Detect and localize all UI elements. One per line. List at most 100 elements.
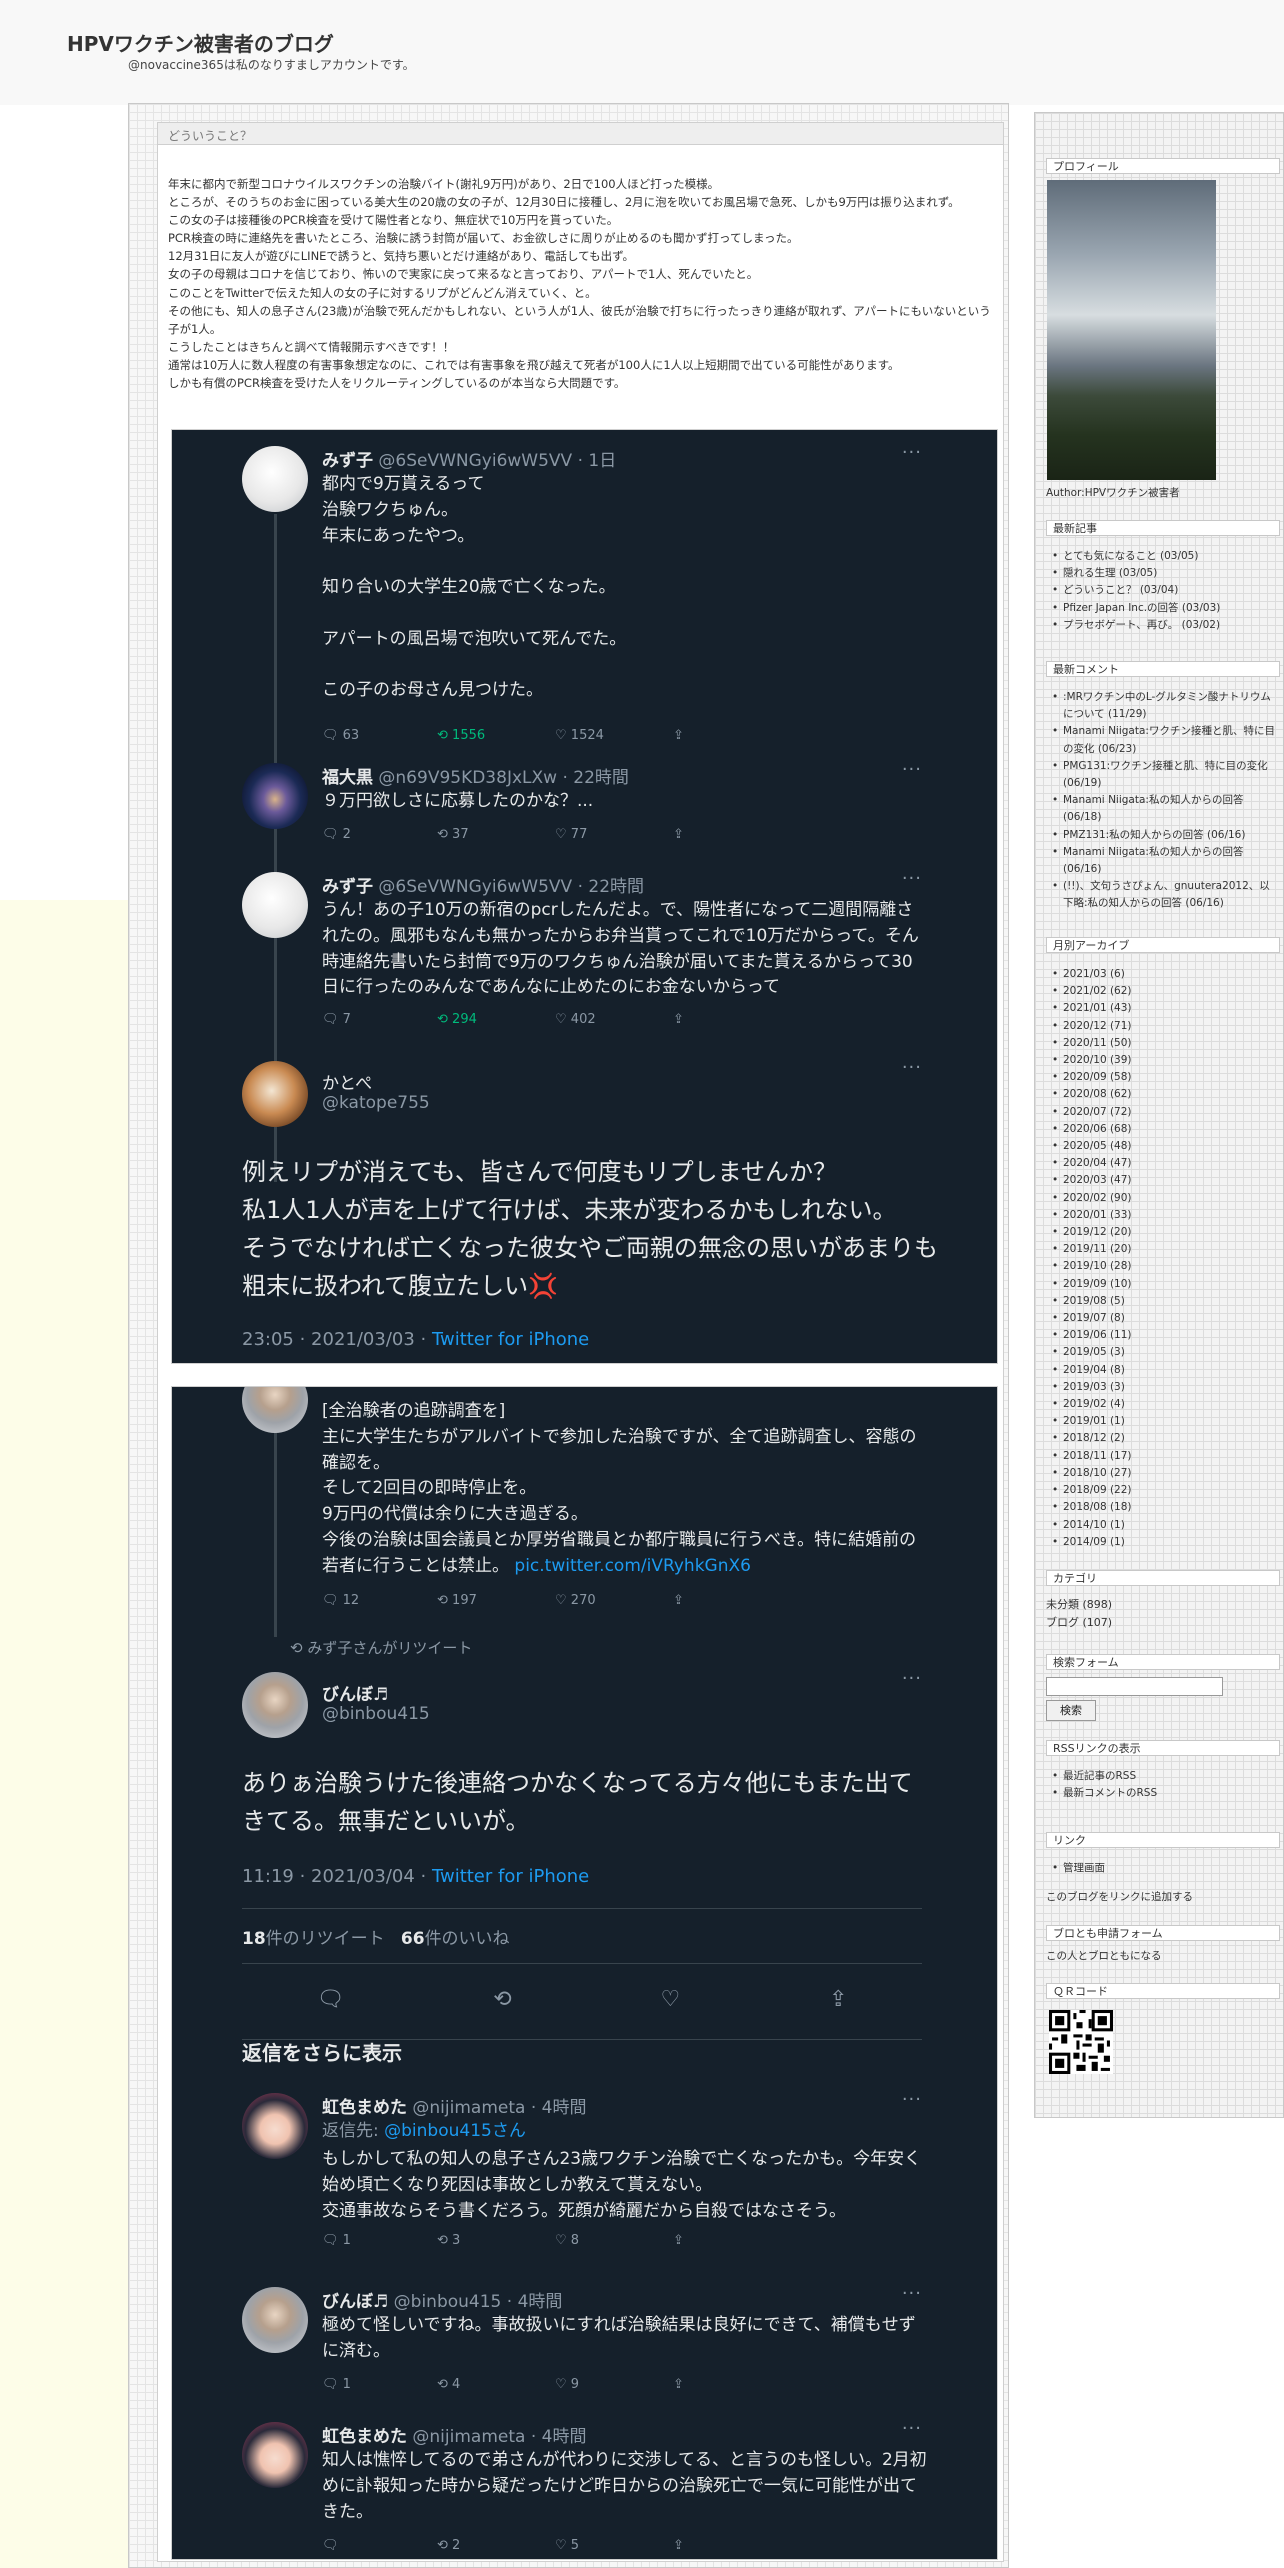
like-count[interactable]: 66 [401,1929,425,1949]
friend-request-link[interactable]: この人とブロともになる [1046,1948,1162,1963]
reply-button[interactable]: 🗨 1 [322,2377,437,2392]
archive-month-link[interactable]: 2021/02 (62) [1046,983,1276,1000]
recent-comment-link[interactable]: PMZ131:私の知人からの回答 (06/16) [1046,827,1276,844]
archive-month-link[interactable]: 2014/09 (1) [1046,1534,1276,1551]
share-icon[interactable]: ⇪ [673,728,684,743]
archive-month-link[interactable]: 2019/08 (5) [1046,1293,1276,1310]
recent-comment-link[interactable]: PMG131:ワクチン接種と肌、特に目の変化 (06/19) [1046,758,1276,792]
user-name[interactable]: びんぼ♬ [322,1680,388,1705]
archive-month-link[interactable]: 2020/10 (39) [1046,1052,1276,1069]
retweet-button[interactable]: ⟲ 37 [437,827,555,842]
more-icon[interactable]: ··· [902,759,922,780]
recent-post-link[interactable]: とても気になること (03/05) [1046,548,1276,565]
reply-icon[interactable]: 🗨 [316,1987,344,2012]
retweet-button[interactable]: ⟲ 294 [437,1012,555,1027]
like-button[interactable]: ♡ 1524 [555,728,673,743]
archive-month-link[interactable]: 2021/03 (6) [1046,966,1276,983]
reply-to-link[interactable]: @binbou415さん [384,2121,526,2141]
more-icon[interactable]: ··· [902,868,922,889]
archive-month-link[interactable]: 2019/02 (4) [1046,1396,1276,1413]
reply-button[interactable]: 🗨 [322,2538,437,2553]
reply-button[interactable]: 🗨 12 [322,1593,437,1608]
archive-month-link[interactable]: 2014/10 (1) [1046,1517,1276,1534]
retweet-icon[interactable]: ⟲ [493,1987,511,2012]
archive-month-link[interactable]: 2019/07 (8) [1046,1310,1276,1327]
retweet-button[interactable]: ⟲ 3 [437,2233,555,2248]
tweet-source-link[interactable]: Twitter for iPhone [432,1866,589,1887]
share-icon[interactable]: ⇪ [673,1593,684,1608]
archive-month-link[interactable]: 2018/09 (22) [1046,1482,1276,1499]
user-name[interactable]: みず子 [322,451,373,471]
avatar[interactable] [242,446,308,512]
archive-month-link[interactable]: 2020/02 (90) [1046,1190,1276,1207]
tweet-source-link[interactable]: Twitter for iPhone [432,1329,589,1350]
user-name[interactable]: びんぼ♬ [322,2292,388,2312]
category-link[interactable]: 未分類 (898) [1046,1596,1112,1612]
avatar[interactable] [242,2093,308,2159]
share-icon[interactable]: ⇪ [673,1012,684,1027]
archive-month-link[interactable]: 2020/04 (47) [1046,1155,1276,1172]
archive-month-link[interactable]: 2020/12 (71) [1046,1018,1276,1035]
archive-month-link[interactable]: 2020/09 (58) [1046,1069,1276,1086]
avatar[interactable] [242,2422,308,2488]
avatar[interactable] [242,872,308,938]
search-input[interactable] [1046,1677,1223,1696]
archive-month-link[interactable]: 2018/12 (2) [1046,1430,1276,1447]
avatar[interactable] [242,1672,308,1738]
category-link[interactable]: ブログ (107) [1046,1614,1112,1630]
search-button[interactable]: 検索 [1046,1700,1096,1721]
qr-code-image[interactable] [1049,2010,1113,2074]
share-icon[interactable]: ⇪ [673,2377,684,2392]
archive-month-link[interactable]: 2019/09 (10) [1046,1276,1276,1293]
archive-month-link[interactable]: 2019/10 (28) [1046,1258,1276,1275]
archive-month-link[interactable]: 2018/08 (18) [1046,1499,1276,1516]
more-icon[interactable]: ··· [902,2283,922,2304]
avatar[interactable] [242,1387,308,1433]
avatar[interactable] [242,2287,308,2353]
retweet-button[interactable]: ⟲ 4 [437,2377,555,2392]
archive-month-link[interactable]: 2021/01 (43) [1046,1000,1276,1017]
like-button[interactable]: ♡ 8 [555,2233,673,2248]
reply-button[interactable]: 🗨 2 [322,827,437,842]
site-title[interactable]: HPVワクチン被害者のブログ [67,28,334,57]
user-name[interactable]: 福大黒 [322,768,373,788]
avatar[interactable] [242,763,308,829]
more-icon[interactable]: ··· [902,442,922,463]
recent-post-link[interactable]: Pfizer Japan Inc.の回答 (03/03) [1046,600,1276,617]
retweet-button[interactable]: ⟲ 197 [437,1593,555,1608]
archive-month-link[interactable]: 2020/03 (47) [1046,1172,1276,1189]
archive-month-link[interactable]: 2020/07 (72) [1046,1104,1276,1121]
avatar[interactable] [242,1061,308,1127]
user-name[interactable]: 虹色まめた [322,2098,407,2118]
user-name[interactable]: かとぺ [322,1069,372,1094]
like-button[interactable]: ♡ 77 [555,827,673,842]
admin-link[interactable]: 管理画面 [1046,1860,1276,1877]
share-icon[interactable]: ⇪ [829,1987,847,2012]
more-icon[interactable]: ··· [902,1057,922,1078]
more-replies-heading[interactable]: 返信をさらに表示 [242,2037,402,2066]
archive-month-link[interactable]: 2020/05 (48) [1046,1138,1276,1155]
archive-month-link[interactable]: 2019/01 (1) [1046,1413,1276,1430]
recent-post-link[interactable]: どういうこと？ (03/04) [1046,582,1276,599]
reply-button[interactable]: 🗨 1 [322,2233,437,2248]
archive-month-link[interactable]: 2018/10 (27) [1046,1465,1276,1482]
share-icon[interactable]: ⇪ [673,827,684,842]
archive-month-link[interactable]: 2020/01 (33) [1046,1207,1276,1224]
retweet-count[interactable]: 18 [242,1929,266,1949]
archive-month-link[interactable]: 2019/03 (3) [1046,1379,1276,1396]
archive-month-link[interactable]: 2020/08 (62) [1046,1086,1276,1103]
archive-month-link[interactable]: 2019/04 (8) [1046,1362,1276,1379]
recent-post-link[interactable]: 隠れる生理 (03/05) [1046,565,1276,582]
reply-button[interactable]: 🗨 63 [322,728,437,743]
retweet-button[interactable]: ⟲ 2 [437,2538,555,2553]
like-button[interactable]: ♡ 402 [555,1012,673,1027]
recent-post-link[interactable]: プラセボゲート、再び。 (03/02) [1046,617,1276,634]
recent-comment-link[interactable]: :MRワクチン中のL-グルタミン酸ナトリウムについて (11/29) [1046,689,1276,723]
add-link[interactable]: このブログをリンクに追加する [1046,1889,1193,1904]
archive-month-link[interactable]: 2019/11 (20) [1046,1241,1276,1258]
more-icon[interactable]: ··· [902,1668,922,1689]
profile-image[interactable] [1047,180,1216,480]
like-button[interactable]: ♡ 5 [555,2538,673,2553]
archive-month-link[interactable]: 2018/11 (17) [1046,1448,1276,1465]
archive-month-link[interactable]: 2020/11 (50) [1046,1035,1276,1052]
